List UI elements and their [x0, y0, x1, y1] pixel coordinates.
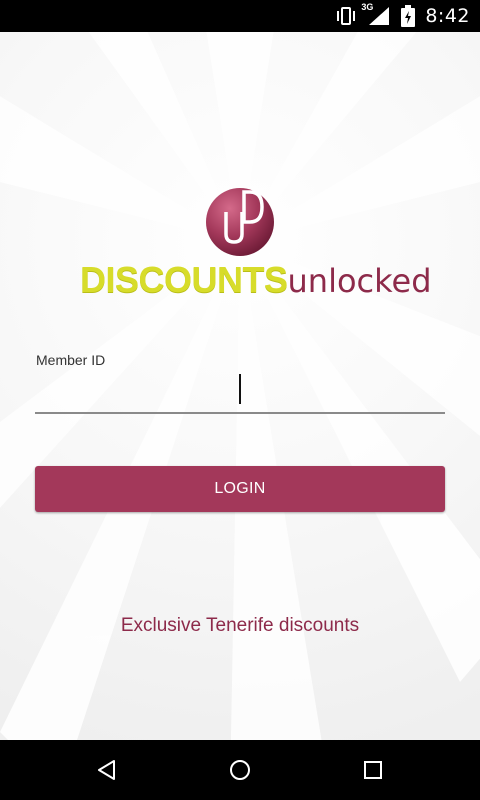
- back-icon[interactable]: [77, 740, 137, 800]
- brand-wordmark: DISCOUNTSunlocked: [80, 258, 432, 303]
- login-button[interactable]: LOGIN: [35, 466, 445, 512]
- signal-icon: 3G: [361, 2, 391, 28]
- status-bar: 3G 8:42: [0, 0, 480, 32]
- network-type-label: 3G: [361, 2, 374, 12]
- brand-logo-icon: [206, 188, 274, 256]
- member-id-label: Member ID: [36, 352, 106, 368]
- navigation-bar: [0, 740, 480, 800]
- login-screen: DISCOUNTSunlocked Member ID LOGIN Exclus…: [0, 32, 480, 740]
- brand-word-light: unlocked: [287, 262, 432, 300]
- member-id-field-wrapper: [35, 370, 445, 414]
- brand-word-bold: DISCOUNTS: [80, 259, 288, 300]
- home-icon[interactable]: [210, 740, 270, 800]
- vibrate-icon: [335, 4, 357, 28]
- tagline: Exclusive Tenerife discounts: [120, 615, 360, 636]
- text-cursor: [239, 374, 241, 404]
- clock: 8:42: [425, 5, 470, 27]
- recents-icon[interactable]: [343, 740, 403, 800]
- battery-icon: [401, 4, 416, 28]
